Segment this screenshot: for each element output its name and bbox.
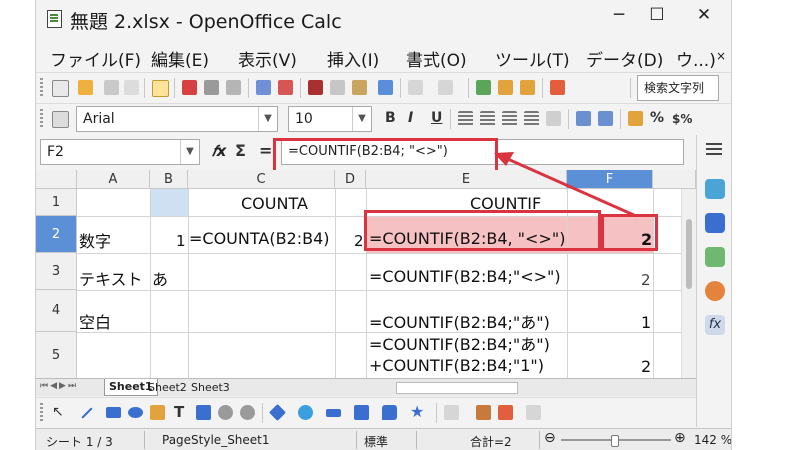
gallery-icon[interactable] [705,247,725,267]
drawing-toolbar: ↖ T ★ [36,397,731,428]
from-file-icon[interactable] [498,405,513,420]
sidebar: fx [696,135,731,427]
flowchart-icon[interactable] [354,405,369,420]
status-bar: シート 1 / 3 PageStyle_Sheet1 標準 合計=2 ⊖ ⊕ 1… [36,428,731,450]
navigator-icon[interactable] [705,281,725,301]
toolbar-grip[interactable] [40,403,43,423]
zoom-out-icon[interactable]: ⊖ [544,430,556,446]
tab-navigation-arrows-icon[interactable]: ⏮◀▶⏭ [40,381,78,391]
zoom-level[interactable]: 142 % [694,433,731,447]
line-tool-icon[interactable] [81,407,93,419]
stars-icon[interactable]: ★ [410,402,424,421]
tab-sheet3[interactable]: Sheet3 [191,380,230,395]
zoom-slider-thumb[interactable] [611,435,619,447]
points-icon[interactable] [444,405,459,420]
sheet-tab-bar: ⏮◀▶⏭ Sheet1 Sheet2 Sheet3 [36,378,696,396]
rectangle-tool-icon[interactable] [106,407,121,418]
select-arrow-icon[interactable]: ↖ [52,404,64,420]
freeform-tool-icon[interactable] [150,405,165,420]
sheet-position: シート 1 / 3 [46,435,113,449]
functions-icon[interactable]: fx [705,315,725,335]
tab-sheet2[interactable]: Sheet2 [148,380,187,395]
fontwork-icon[interactable] [476,405,491,420]
page-style[interactable]: PageStyle_Sheet1 [162,433,270,447]
symbol-shapes-icon[interactable] [298,405,313,420]
callouts-icon[interactable] [382,405,397,420]
sidebar-menu-icon[interactable] [706,143,722,155]
speech-bubble-icon[interactable] [218,405,233,420]
zoom-in-icon[interactable]: ⊕ [674,430,686,446]
zoom-slider[interactable] [561,435,671,447]
text-tool-icon[interactable]: T [174,403,184,421]
block-arrows-icon[interactable] [326,409,341,417]
properties-icon[interactable] [705,179,725,199]
styles-formatting-icon[interactable] [705,213,725,233]
calc-window: 無題 2.xlsx - OpenOffice Calc ─ ☐ ✕ ファイル(F… [35,0,732,450]
horizontal-scrollbar[interactable] [396,382,518,394]
sum-display[interactable]: 合計=2 [470,433,512,450]
selection-mode[interactable]: 標準 [364,433,388,450]
basic-shapes-icon[interactable] [269,404,286,421]
callout-tool-icon[interactable] [196,405,211,420]
extrusion-icon[interactable] [526,405,541,420]
ellipse-tool-icon[interactable] [128,407,143,418]
comment-icon[interactable] [240,405,255,420]
